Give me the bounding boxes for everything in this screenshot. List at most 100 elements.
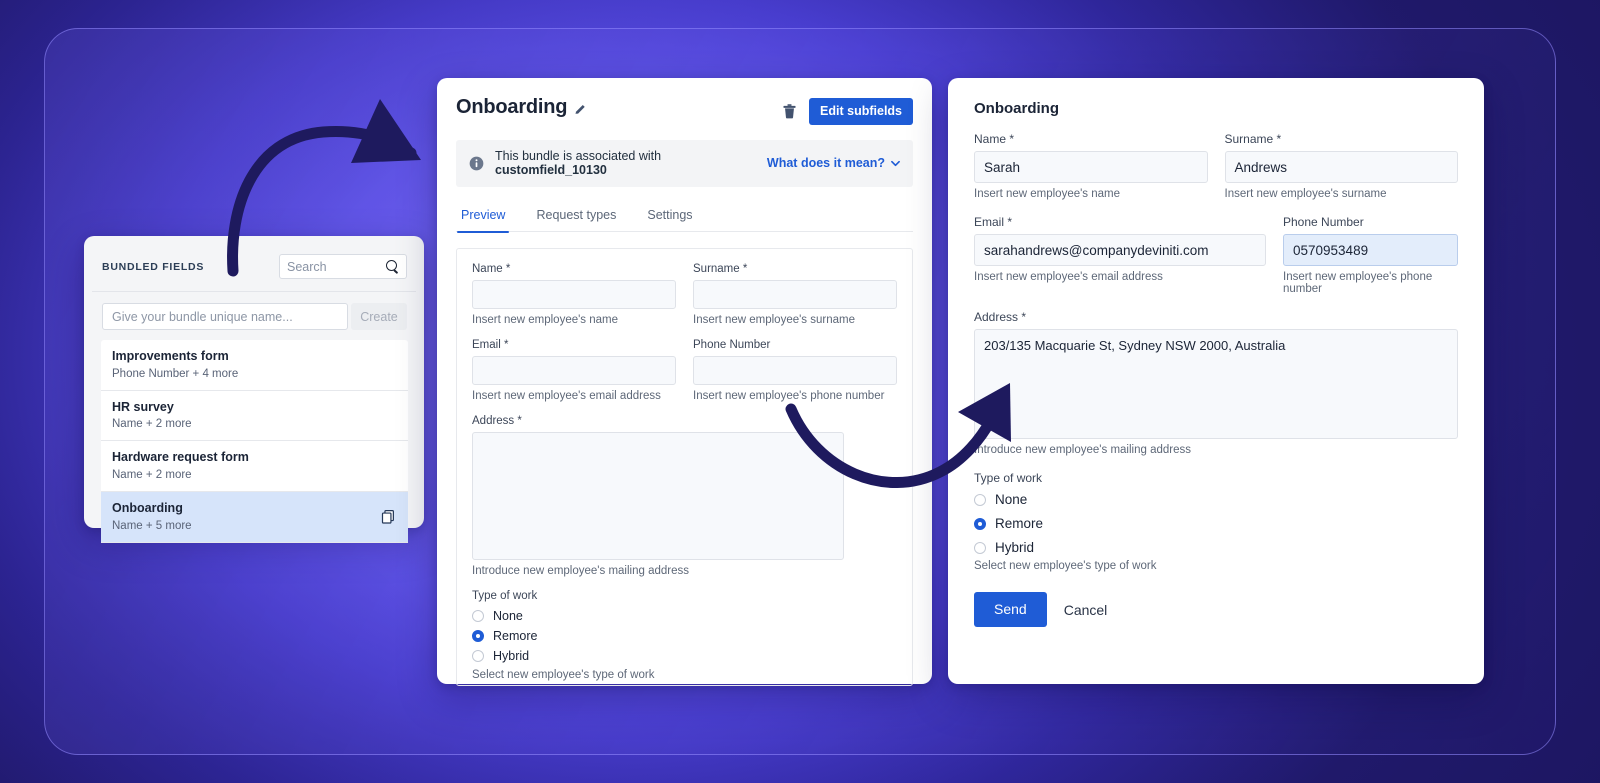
radio-button[interactable]	[974, 493, 986, 506]
form-row-email-phone: Email * sarahandrews@companydeviniti.com…	[974, 215, 1458, 295]
field-hint: Insert new employee's name	[472, 314, 619, 326]
email-input[interactable]: sarahandrews@companydeviniti.com	[974, 234, 1266, 266]
field-phone: Phone Number Insert new employee's phone…	[693, 339, 897, 402]
field-hint: Insert new employee's email address	[472, 390, 661, 402]
tab-bar: Preview Request types Settings	[456, 202, 913, 233]
label-text: Phone Number	[1283, 215, 1364, 229]
radio-label: Remore	[493, 629, 538, 643]
bundle-name: Improvements form	[112, 349, 229, 363]
bundle-summary: Phone Number + 4 more	[112, 367, 239, 380]
radio-label: None	[995, 492, 1028, 507]
search-input[interactable]: Search	[279, 254, 407, 279]
pencil-icon[interactable]	[574, 103, 587, 116]
radio-label: Hybrid	[995, 540, 1035, 555]
field-hint: Insert new employee's surname	[693, 314, 855, 326]
page-title: Onboarding	[456, 96, 568, 118]
field-hint: Insert new employee's email address	[974, 271, 1163, 283]
info-text-prefix: This bundle is associated with	[495, 149, 662, 163]
what-does-it-mean-link[interactable]: What does it mean?	[767, 156, 900, 170]
email-input[interactable]	[472, 356, 676, 385]
field-name: Name * Insert new employee's name	[472, 263, 676, 326]
bundle-summary: Name + 2 more	[112, 418, 192, 431]
field-hint: Select new employee's type of work	[974, 560, 1157, 572]
form-row-email-phone: Email * Insert new employee's email addr…	[472, 339, 897, 402]
surname-input[interactable]: Andrews	[1224, 151, 1458, 183]
label-text: Email	[974, 215, 1005, 229]
trash-icon[interactable]	[783, 104, 796, 119]
info-banner: This bundle is associated with customfie…	[456, 140, 913, 187]
address-textarea[interactable]: 203/135 Macquarie St, Sydney NSW 2000, A…	[974, 329, 1458, 439]
field-label: Surname *	[1225, 132, 1459, 146]
bundled-fields-header: BUNDLED FIELDS Search	[92, 244, 416, 292]
required-marker: *	[1007, 215, 1013, 229]
required-marker: *	[1276, 132, 1282, 146]
field-hint: Insert new employee's name	[974, 188, 1121, 200]
field-type-of-work: Type of work None Remore Hybrid Select n…	[974, 471, 1458, 572]
tab-request-types[interactable]: Request types	[534, 202, 618, 231]
edit-subfields-button[interactable]: Edit subfields	[809, 98, 913, 125]
field-hint: Introduce new employee's mailing address	[974, 444, 1191, 456]
field-surname: Surname * Insert new employee's surname	[693, 263, 897, 326]
bundle-title-wrap: Onboarding	[456, 96, 587, 119]
radio-option-hybrid[interactable]: Hybrid	[472, 649, 897, 663]
list-item[interactable]: Hardware request form Name + 2 more	[101, 441, 408, 492]
required-marker: *	[503, 339, 509, 351]
required-marker: *	[1009, 132, 1015, 146]
phone-input[interactable]	[693, 356, 897, 385]
label-text: Name	[472, 263, 503, 275]
label-text: Address	[472, 415, 515, 427]
info-link-label: What does it mean?	[766, 156, 885, 170]
info-icon	[469, 156, 484, 170]
field-name: Name * Sarah Insert new employee's name	[974, 132, 1208, 200]
bundle-detail-panel: Onboarding Edit subfields This bundle is…	[437, 78, 932, 686]
cancel-button[interactable]: Cancel	[1064, 602, 1108, 618]
radio-option-none[interactable]: None	[472, 609, 897, 623]
label-text: Surname	[693, 263, 740, 275]
radio-option-remore[interactable]: Remore	[974, 516, 1458, 531]
create-button[interactable]: Create	[351, 303, 407, 330]
phone-input[interactable]: 0570953489	[1283, 234, 1458, 266]
field-email: Email * sarahandrews@companydeviniti.com…	[974, 215, 1266, 295]
radio-option-hybrid[interactable]: Hybrid	[974, 540, 1458, 555]
radio-button[interactable]	[974, 517, 986, 530]
field-email: Email * Insert new employee's email addr…	[472, 339, 676, 402]
field-hint: Insert new employee's phone number	[1283, 271, 1433, 295]
bundle-name-input[interactable]: Give your bundle unique name...	[102, 303, 348, 330]
preview-form: Name * Insert new employee's name Surnam…	[456, 248, 913, 686]
radio-option-none[interactable]: None	[974, 492, 1458, 507]
radio-button[interactable]	[974, 541, 986, 554]
radio-option-remore[interactable]: Remore	[472, 629, 897, 643]
surname-input[interactable]	[693, 280, 897, 309]
radio-label: None	[493, 609, 523, 623]
field-label: Email *	[472, 339, 676, 351]
page-title: BUNDLED FIELDS	[102, 260, 205, 273]
required-marker: *	[1021, 310, 1027, 324]
address-textarea[interactable]	[472, 432, 844, 560]
bundle-list: Improvements form Phone Number + 4 more …	[92, 340, 416, 549]
name-input[interactable]: Sarah	[974, 151, 1208, 183]
field-hint: Insert new employee's surname	[1224, 188, 1387, 200]
tab-preview[interactable]: Preview	[456, 202, 510, 233]
required-marker: *	[742, 263, 748, 275]
form-actions: Send Cancel	[974, 592, 1458, 627]
bundle-name: Onboarding	[112, 500, 183, 515]
label-text: Phone Number	[693, 339, 771, 351]
copy-icon[interactable]	[381, 509, 396, 524]
radio-button[interactable]	[472, 610, 484, 622]
list-item[interactable]: Onboarding Name + 5 more	[101, 491, 408, 543]
label-text: Email	[472, 339, 501, 351]
request-form-panel: Onboarding Name * Sarah Insert new emplo…	[948, 78, 1484, 684]
name-input[interactable]	[472, 280, 676, 309]
radio-button[interactable]	[472, 650, 484, 662]
send-button[interactable]: Send	[974, 592, 1047, 627]
field-label: Address *	[472, 415, 897, 427]
create-bundle-row: Give your bundle unique name... Create	[92, 292, 416, 340]
info-text-customfield: customfield_10130	[495, 163, 607, 177]
tab-settings[interactable]: Settings	[645, 202, 694, 231]
radio-button[interactable]	[472, 630, 484, 642]
list-item[interactable]: Improvements form Phone Number + 4 more	[101, 340, 408, 391]
field-label: Surname *	[693, 263, 897, 275]
radio-label: Hybrid	[493, 649, 530, 663]
label-text: Name	[974, 132, 1007, 146]
list-item[interactable]: HR survey Name + 2 more	[101, 390, 408, 442]
